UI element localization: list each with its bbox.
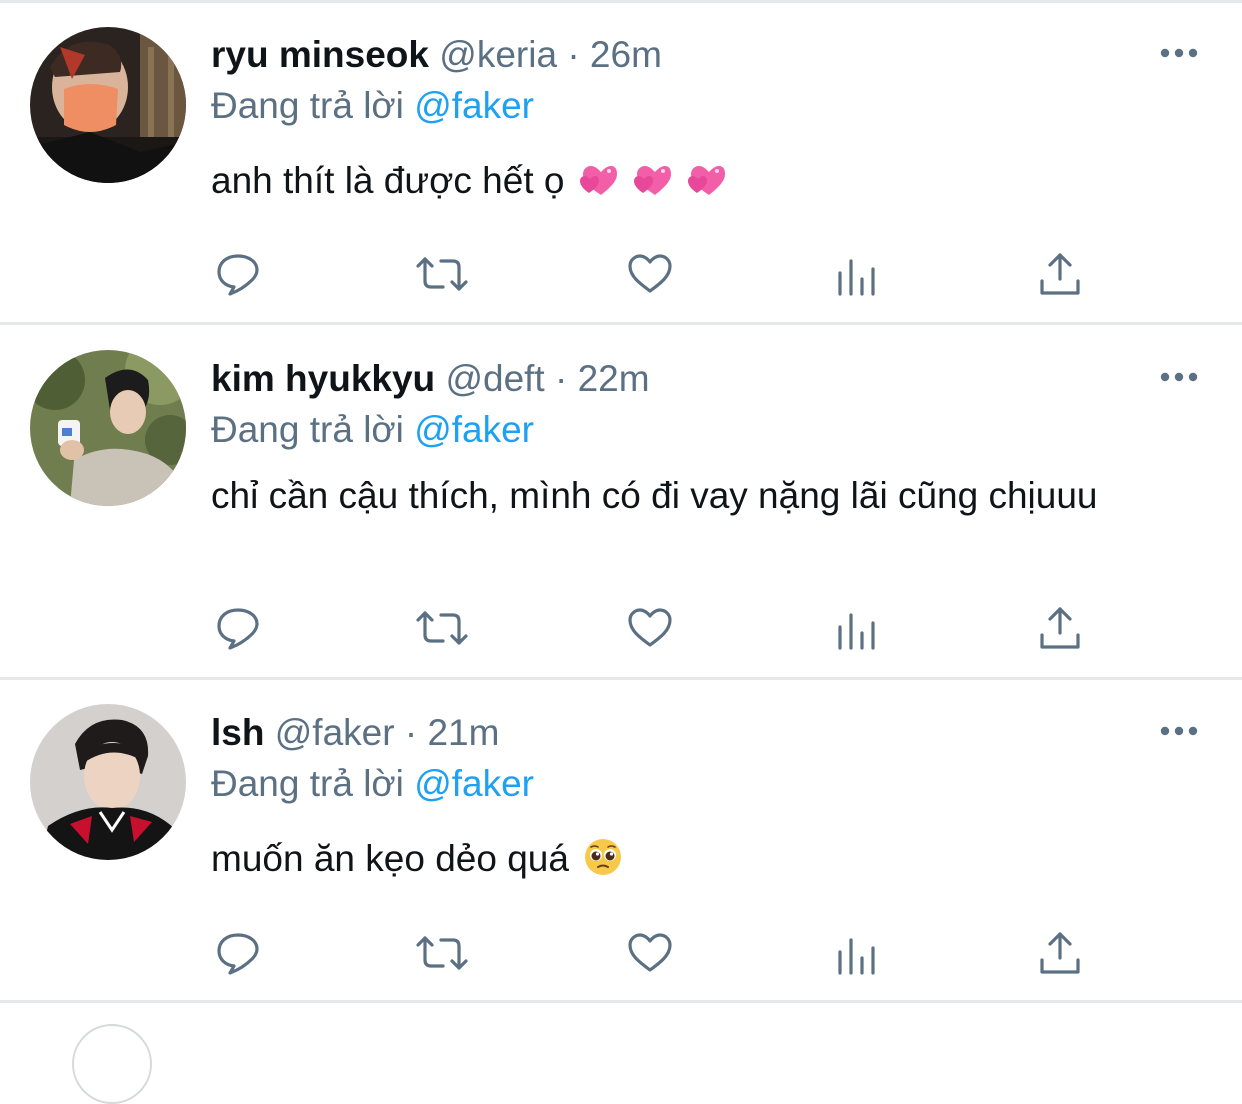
- analytics-icon[interactable]: [826, 598, 886, 658]
- sparkling-hearts-emoji: [579, 162, 619, 212]
- replying-to-label: Đang trả lời: [211, 409, 404, 450]
- tweet-3[interactable]: lsh @faker · 21m Đang trả lời @faker muố…: [0, 680, 1242, 1000]
- timestamp[interactable]: 26m: [590, 34, 662, 75]
- tweet-header: ryu minseok @keria · 26m: [211, 30, 662, 80]
- tweet-text: chỉ cần cậu thích, mình có đi vay nặng l…: [211, 471, 1111, 521]
- replying-to-label: Đang trả lời: [211, 85, 404, 126]
- mention-link[interactable]: @faker: [414, 409, 534, 450]
- retweet-icon[interactable]: [412, 598, 472, 658]
- mention-link[interactable]: @faker: [414, 763, 534, 804]
- separator: ·: [567, 34, 580, 75]
- retweet-icon[interactable]: [412, 244, 472, 304]
- separator: ·: [404, 712, 418, 753]
- reply-icon[interactable]: [208, 923, 268, 983]
- retweet-icon[interactable]: [412, 923, 472, 983]
- reply-icon[interactable]: [208, 598, 268, 658]
- replying-to: Đang trả lời @faker: [211, 759, 534, 809]
- tweet-text-content: anh thít là được hết ọ: [211, 160, 565, 201]
- avatar[interactable]: [30, 704, 186, 860]
- tweet-header: lsh @faker · 21m: [211, 708, 499, 758]
- like-icon[interactable]: [620, 244, 680, 304]
- username[interactable]: @faker: [275, 712, 395, 753]
- like-icon[interactable]: [620, 923, 680, 983]
- username[interactable]: @keria: [439, 34, 557, 75]
- like-icon[interactable]: [620, 598, 680, 658]
- sparkling-hearts-emoji: [687, 162, 727, 212]
- avatar[interactable]: [30, 350, 186, 506]
- pleading-face-emoji: [583, 837, 623, 890]
- tweet-2[interactable]: kim hyukkyu @deft · 22m Đang trả lời @fa…: [0, 325, 1242, 677]
- share-icon[interactable]: [1030, 598, 1090, 658]
- display-name[interactable]: kim hyukkyu: [211, 358, 435, 399]
- tweet-text-content: chỉ cần cậu thích, mình có đi vay nặng l…: [211, 475, 1098, 516]
- avatar[interactable]: [30, 27, 186, 183]
- tweet-actions: [0, 923, 1242, 983]
- analytics-icon[interactable]: [826, 244, 886, 304]
- replying-to: Đang trả lời @faker: [211, 81, 534, 131]
- more-options-icon[interactable]: [1158, 367, 1200, 387]
- separator: ·: [555, 358, 568, 399]
- tweet-text-content: muốn ăn kẹo dẻo quá: [211, 838, 569, 879]
- timestamp[interactable]: 21m: [427, 712, 499, 753]
- tweet-1[interactable]: ryu minseok @keria · 26m Đang trả lời @f…: [0, 0, 1242, 322]
- username[interactable]: @deft: [445, 358, 544, 399]
- replying-to: Đang trả lời @faker: [211, 405, 534, 455]
- reply-icon[interactable]: [208, 244, 268, 304]
- mention-link[interactable]: @faker: [414, 85, 534, 126]
- tweet-actions: [0, 598, 1242, 658]
- divider: [0, 1000, 1242, 1003]
- tweet-actions: [0, 244, 1242, 304]
- display-name[interactable]: lsh: [211, 712, 264, 753]
- sparkling-hearts-emoji: [633, 162, 673, 212]
- more-options-icon[interactable]: [1158, 721, 1200, 741]
- tweet-text: muốn ăn kẹo dẻo quá: [211, 834, 1111, 890]
- tweet-header: kim hyukkyu @deft · 22m: [211, 354, 650, 404]
- display-name[interactable]: ryu minseok: [211, 34, 429, 75]
- share-icon[interactable]: [1030, 923, 1090, 983]
- analytics-icon[interactable]: [826, 923, 886, 983]
- more-options-icon[interactable]: [1158, 43, 1200, 63]
- replying-to-label: Đang trả lời: [211, 763, 404, 804]
- timestamp[interactable]: 22m: [578, 358, 650, 399]
- tweet-text: anh thít là được hết ọ: [211, 156, 1111, 212]
- share-icon[interactable]: [1030, 244, 1090, 304]
- next-tweet-avatar[interactable]: [72, 1024, 152, 1104]
